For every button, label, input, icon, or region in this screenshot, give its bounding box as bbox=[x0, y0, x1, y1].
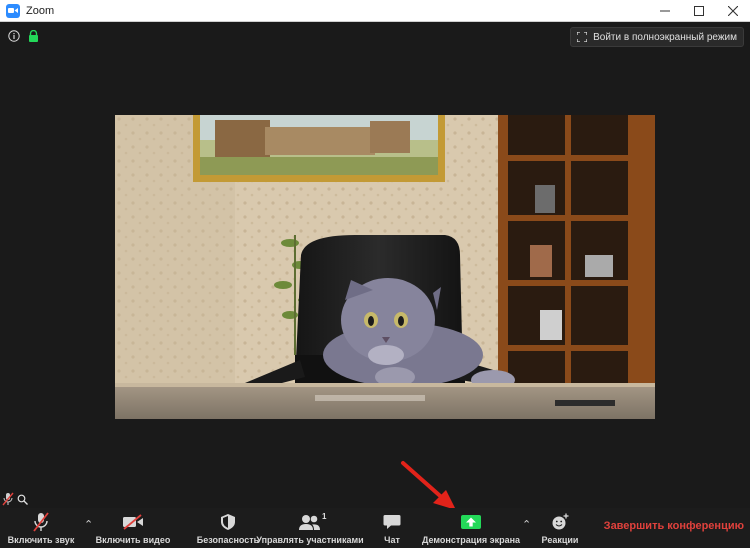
share-options-caret-icon[interactable]: ⌃ bbox=[522, 518, 531, 531]
video-frame bbox=[115, 115, 655, 419]
security-label: Безопасность bbox=[196, 535, 260, 545]
unmute-button[interactable]: Включить звук bbox=[6, 511, 76, 545]
title-bar: Zoom bbox=[0, 0, 750, 22]
meeting-toolbar: Включить звук ⌃ Включить видео Безопасно… bbox=[0, 508, 750, 548]
close-button[interactable] bbox=[716, 0, 750, 22]
maximize-icon bbox=[694, 5, 704, 16]
lock-icon[interactable] bbox=[28, 30, 39, 42]
minimize-button[interactable] bbox=[648, 0, 682, 22]
share-screen-button[interactable]: Демонстрация экрана bbox=[421, 511, 521, 545]
video-camera-off-icon bbox=[123, 514, 143, 530]
reactions-label: Реакции bbox=[541, 535, 579, 545]
start-video-button[interactable]: Включить видео bbox=[95, 511, 171, 545]
chat-button[interactable]: Чат bbox=[378, 511, 406, 545]
fullscreen-label: Войти в полноэкранный режим bbox=[593, 31, 737, 43]
maximize-button[interactable] bbox=[682, 0, 716, 22]
manage-participants-label: Управлять участниками bbox=[256, 535, 364, 545]
manage-participants-button[interactable]: Управлять участниками bbox=[256, 511, 364, 545]
security-shield-icon bbox=[221, 514, 235, 530]
end-meeting-button[interactable]: Завершить конференцию bbox=[604, 520, 744, 532]
zoom-logo-icon bbox=[6, 3, 20, 18]
audio-options-caret-icon[interactable]: ⌃ bbox=[84, 518, 93, 531]
chat-bubble-icon bbox=[383, 515, 401, 529]
window-title: Zoom bbox=[26, 4, 55, 17]
muted-mic-icon bbox=[2, 492, 14, 506]
reactions-button[interactable]: Реакции bbox=[539, 511, 581, 545]
close-icon bbox=[728, 5, 738, 16]
meeting-area: Войти в полноэкранный режим bbox=[0, 22, 750, 508]
participant-video bbox=[115, 115, 655, 419]
fullscreen-button[interactable]: Войти в полноэкранный режим bbox=[570, 27, 744, 47]
info-icon[interactable] bbox=[8, 30, 20, 42]
microphone-muted-icon bbox=[33, 512, 49, 532]
zoom-search-icon[interactable] bbox=[17, 494, 28, 505]
participants-count-badge: 1 bbox=[322, 512, 327, 521]
start-video-label: Включить видео bbox=[95, 535, 171, 545]
chat-label: Чат bbox=[384, 535, 400, 545]
unmute-label: Включить звук bbox=[7, 535, 75, 545]
participants-icon bbox=[299, 515, 320, 530]
share-screen-icon bbox=[461, 515, 481, 529]
security-button[interactable]: Безопасность bbox=[197, 511, 259, 545]
share-screen-label: Демонстрация экрана bbox=[421, 535, 521, 545]
minimize-icon bbox=[660, 10, 670, 11]
reactions-smiley-icon bbox=[552, 513, 569, 530]
fullscreen-icon bbox=[577, 32, 588, 42]
